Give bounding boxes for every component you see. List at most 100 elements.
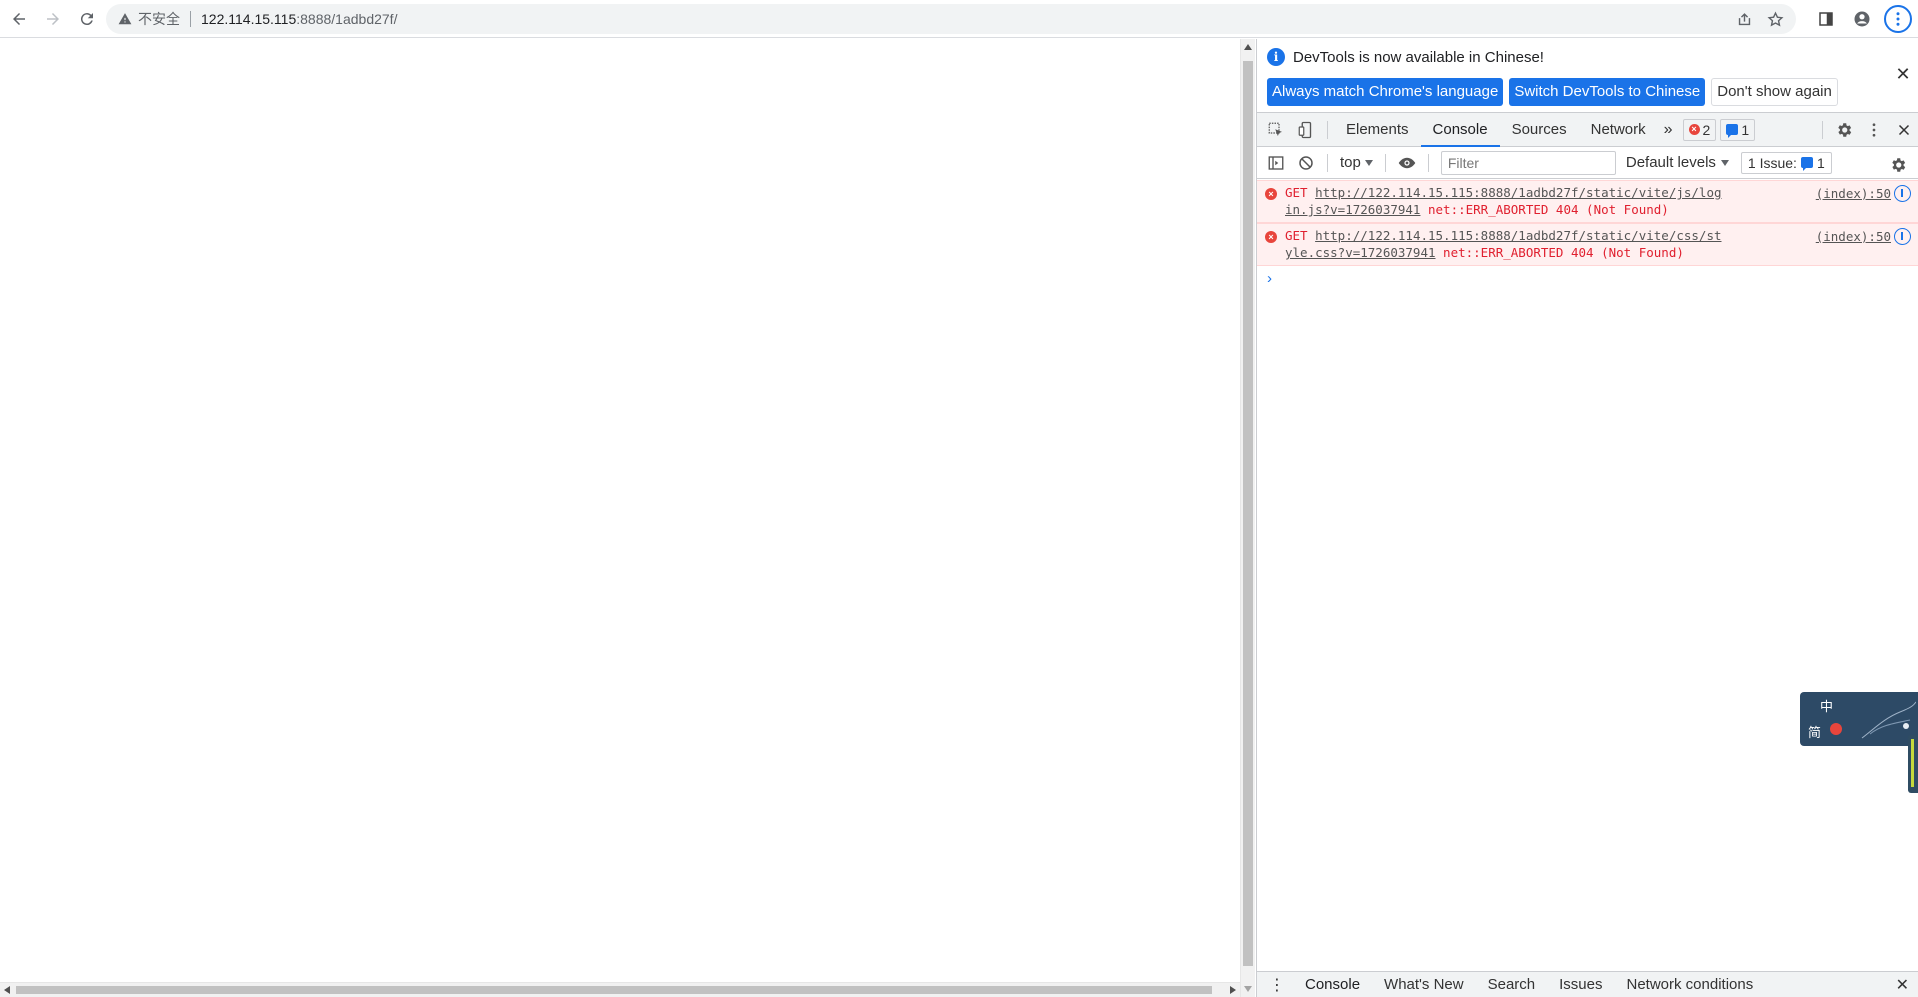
devtools-menu-button[interactable] bbox=[1859, 115, 1889, 145]
console-prompt[interactable]: › bbox=[1257, 266, 1918, 291]
log-levels-dropdown[interactable]: Default levels bbox=[1626, 154, 1729, 171]
live-expression-button[interactable] bbox=[1392, 148, 1422, 178]
scroll-thumb[interactable] bbox=[1243, 61, 1253, 966]
inspect-element-button[interactable] bbox=[1261, 115, 1291, 145]
page-horizontal-scrollbar[interactable] bbox=[0, 982, 1240, 997]
ime-level-bar bbox=[1908, 735, 1918, 793]
info-icon: i bbox=[1267, 48, 1285, 66]
network-request-icon[interactable] bbox=[1894, 228, 1911, 245]
issues-button[interactable]: 1 Issue: 1 bbox=[1740, 151, 1832, 174]
omnibox-divider bbox=[190, 11, 191, 27]
console-settings-button[interactable] bbox=[1883, 150, 1913, 180]
message-count: 1 bbox=[1741, 121, 1750, 138]
error-icon: × bbox=[1265, 188, 1277, 200]
toolbar-divider-2 bbox=[1384, 153, 1386, 172]
device-icon bbox=[1298, 121, 1312, 138]
tab-elements[interactable]: Elements bbox=[1334, 113, 1421, 147]
drawer-tab-search[interactable]: Search bbox=[1476, 976, 1548, 993]
log-method: GET bbox=[1285, 185, 1308, 200]
context-selector[interactable]: top bbox=[1334, 154, 1379, 171]
log-source-link[interactable]: (index):50 bbox=[1816, 185, 1891, 202]
scroll-right-arrow[interactable] bbox=[1230, 986, 1236, 994]
log-url-link-cont[interactable]: yle.css?v=1726037941 bbox=[1285, 245, 1436, 260]
more-tabs-chevron-icon[interactable]: » bbox=[1658, 121, 1679, 139]
caret-down-icon bbox=[1720, 159, 1729, 166]
tab-console[interactable]: Console bbox=[1420, 113, 1500, 147]
omnibox-actions bbox=[1736, 4, 1784, 34]
language-infobar: i DevTools is now available in Chinese! … bbox=[1257, 39, 1918, 113]
log-url-link[interactable]: http://122.114.15.115:8888/1adbd27f/stat… bbox=[1315, 185, 1721, 200]
forward-button[interactable] bbox=[38, 4, 68, 34]
toolbar-divider bbox=[1327, 153, 1328, 172]
insecure-label[interactable]: 不安全 bbox=[138, 9, 180, 29]
clear-console-button[interactable] bbox=[1291, 148, 1321, 178]
hscroll-thumb[interactable] bbox=[16, 986, 1212, 994]
gear-icon bbox=[1838, 123, 1852, 137]
scroll-up-arrow[interactable] bbox=[1244, 44, 1252, 50]
infobar-close-icon[interactable]: ✕ bbox=[1895, 64, 1911, 85]
url-host: 122.114.15.115 bbox=[201, 11, 297, 27]
scroll-down-arrow[interactable] bbox=[1244, 986, 1252, 992]
network-request-icon[interactable] bbox=[1894, 185, 1911, 202]
kebab-icon bbox=[1872, 123, 1876, 137]
device-toolbar-button[interactable] bbox=[1291, 115, 1321, 145]
devtools-settings-button[interactable] bbox=[1829, 115, 1859, 145]
bottom-drawer-tabbar: ⋮ Console What's New Search Issues Netwo… bbox=[1257, 971, 1918, 997]
devtools-tabbar: Elements Console Sources Network » × 2 1 bbox=[1257, 113, 1918, 147]
profile-icon bbox=[1854, 11, 1870, 27]
error-count: 2 bbox=[1702, 121, 1711, 138]
issues-label: 1 Issue: bbox=[1747, 154, 1797, 171]
address-bar[interactable]: 不安全 122.114.15.115 :8888/1adbd27f/ bbox=[106, 4, 1796, 34]
share-icon[interactable] bbox=[1736, 11, 1753, 28]
message-count-badge[interactable]: 1 bbox=[1720, 118, 1756, 141]
log-error-text: net::ERR_ABORTED 404 (Not Found) bbox=[1443, 245, 1684, 260]
tabbar-divider bbox=[1327, 120, 1328, 139]
ime-skin-icon[interactable] bbox=[1830, 723, 1842, 735]
drawer-tab-console[interactable]: Console bbox=[1293, 976, 1372, 993]
log-url-link-cont[interactable]: in.js?v=1726037941 bbox=[1285, 202, 1420, 217]
tab-network[interactable]: Network bbox=[1579, 113, 1658, 147]
eye-icon bbox=[1398, 157, 1416, 168]
warning-icon bbox=[118, 13, 132, 25]
tab-sources[interactable]: Sources bbox=[1500, 113, 1579, 147]
console-error-row: × GET http://122.114.15.115:8888/1adbd27… bbox=[1257, 180, 1918, 223]
profile-button[interactable] bbox=[1848, 5, 1876, 33]
reload-icon bbox=[80, 12, 93, 25]
console-filter-input[interactable]: Filter bbox=[1440, 150, 1616, 175]
page-vertical-scrollbar[interactable] bbox=[1240, 39, 1255, 997]
back-button[interactable] bbox=[4, 4, 34, 34]
sidebar-toggle-icon bbox=[1268, 155, 1284, 170]
chrome-menu-button[interactable] bbox=[1884, 5, 1912, 33]
log-url-link[interactable]: http://122.114.15.115:8888/1adbd27f/stat… bbox=[1315, 228, 1721, 243]
console-toolbar: top Filter Default levels 1 Issue: 1 bbox=[1257, 147, 1918, 179]
star-icon[interactable] bbox=[1767, 10, 1784, 28]
ime-script-label[interactable]: 简 bbox=[1808, 722, 1821, 741]
dont-show-again-button[interactable]: Don't show again bbox=[1711, 78, 1838, 106]
always-match-language-button[interactable]: Always match Chrome's language bbox=[1267, 78, 1504, 106]
log-levels-value: Default levels bbox=[1625, 154, 1716, 171]
ime-toolbar[interactable]: 中 简 bbox=[1800, 692, 1918, 746]
reload-button[interactable] bbox=[72, 4, 102, 34]
close-icon bbox=[1898, 124, 1910, 136]
drawer-tab-whats-new[interactable]: What's New bbox=[1372, 976, 1476, 993]
drawer-close-icon[interactable]: ✕ bbox=[1896, 975, 1909, 995]
error-count-badge[interactable]: × 2 bbox=[1682, 118, 1717, 141]
error-icon: × bbox=[1688, 124, 1700, 135]
scroll-left-arrow[interactable] bbox=[4, 986, 10, 994]
side-panel-button[interactable] bbox=[1812, 5, 1840, 33]
ime-mode-label[interactable]: 中 bbox=[1820, 696, 1833, 715]
kebab-menu-icon bbox=[1896, 12, 1900, 26]
tabbar-right-controls bbox=[1816, 113, 1918, 147]
drawer-tab-network-conditions[interactable]: Network conditions bbox=[1615, 976, 1766, 993]
arrow-right-icon bbox=[47, 12, 59, 25]
caret-down-icon bbox=[1364, 159, 1373, 166]
drawer-menu-icon[interactable]: ⋮ bbox=[1257, 975, 1293, 995]
log-source-link[interactable]: (index):50 bbox=[1816, 228, 1891, 245]
gear-icon bbox=[1892, 158, 1906, 172]
devtools-close-button[interactable] bbox=[1889, 115, 1918, 145]
switch-to-chinese-button[interactable]: Switch DevTools to Chinese bbox=[1509, 78, 1706, 106]
infobar-message: DevTools is now available in Chinese! bbox=[1293, 48, 1544, 66]
side-panel-icon bbox=[1819, 12, 1833, 26]
drawer-tab-issues[interactable]: Issues bbox=[1547, 976, 1614, 993]
show-sidebar-button[interactable] bbox=[1261, 148, 1291, 178]
